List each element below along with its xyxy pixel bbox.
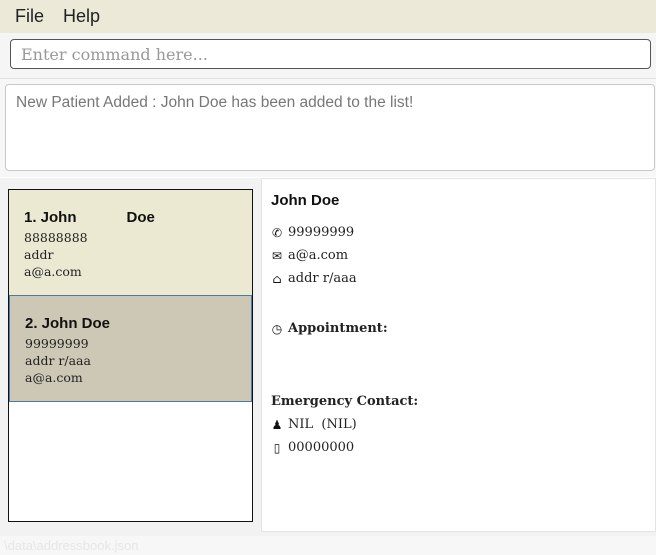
mobile-icon: ▯ [273, 440, 281, 455]
main-split: 1. John Doe 88888888 addr a@a.com 2. Joh… [0, 178, 656, 536]
person-icon: ♟ [271, 417, 283, 432]
home-icon: ⌂ [272, 271, 282, 286]
detail-phone: 99999999 [288, 225, 355, 240]
patient-list[interactable]: 1. John Doe 88888888 addr a@a.com 2. Joh… [8, 189, 253, 522]
command-area: Enter command here... [0, 33, 656, 79]
emergency-name-row: ♟ NIL (NIL) [271, 417, 357, 432]
menu-bar: File Help [0, 0, 656, 33]
patient-card-email: a@a.com [24, 264, 82, 279]
detail-phone-row: ✆ 99999999 [271, 225, 354, 240]
emergency-phone-row: ▯ 00000000 [271, 440, 354, 455]
patient-card-phone: 88888888 [24, 230, 88, 245]
emergency-phone: 00000000 [288, 440, 355, 455]
menu-help[interactable]: Help [51, 6, 107, 27]
storage-path: \data\addressbook.json [4, 538, 139, 553]
clock-icon: ◷ [271, 321, 283, 336]
command-input[interactable]: Enter command here... [10, 39, 651, 69]
command-placeholder: Enter command here... [21, 44, 208, 64]
result-area: New Patient Added : John Doe has been ad… [0, 79, 656, 177]
emergency-heading-row: Emergency Contact: [271, 394, 418, 409]
patient-card-address: addr r/aaa [25, 353, 91, 368]
patient-card-title: 1. John Doe [24, 209, 155, 226]
patient-card-address: addr [24, 247, 54, 262]
patient-card[interactable]: 1. John Doe 88888888 addr a@a.com [9, 190, 252, 295]
detail-email-row: ✉ a@a.com [271, 248, 348, 263]
result-display[interactable]: New Patient Added : John Doe has been ad… [5, 84, 655, 171]
phone-icon: ✆ [271, 225, 283, 240]
status-bar: \data\addressbook.json [0, 536, 656, 555]
detail-address: addr r/aaa [288, 271, 357, 286]
patient-detail-panel: John Doe ✆ 99999999 ✉ a@a.com ⌂ addr r/a… [261, 178, 656, 532]
emergency-name: NIL (NIL) [288, 417, 357, 432]
patient-card-email: a@a.com [25, 370, 83, 385]
detail-address-row: ⌂ addr r/aaa [271, 271, 357, 286]
menu-file[interactable]: File [0, 6, 51, 27]
mail-icon: ✉ [271, 248, 283, 263]
patient-card-title: 2. John Doe [25, 315, 111, 332]
detail-email: a@a.com [288, 248, 349, 263]
patient-card-phone: 99999999 [25, 336, 89, 351]
result-message: New Patient Added : John Doe has been ad… [16, 94, 414, 111]
appointment-row: ◷ Appointment: [271, 321, 388, 336]
emergency-contact-label: Emergency Contact: [271, 394, 419, 409]
patient-card-selected[interactable]: 2. John Doe 99999999 addr r/aaa a@a.com [9, 295, 252, 402]
appointment-label: Appointment: [288, 321, 388, 336]
detail-name: John Doe [271, 192, 340, 209]
